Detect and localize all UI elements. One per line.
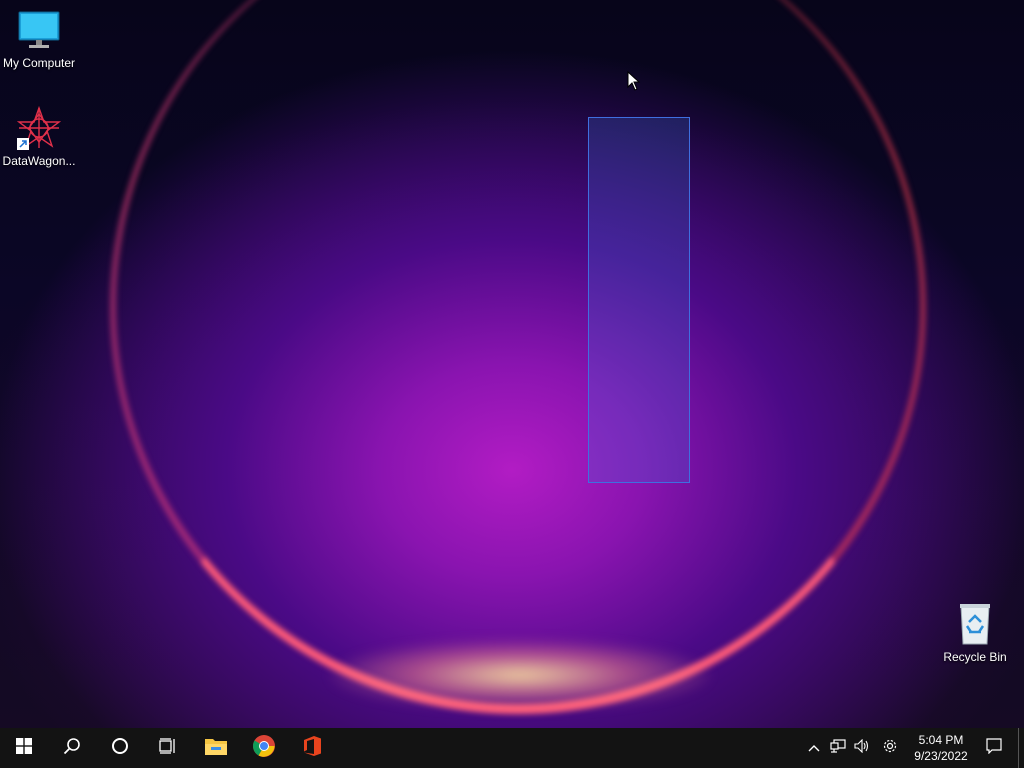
taskbar-clock[interactable]: 5:04 PM 9/23/2022 bbox=[906, 732, 976, 764]
selection-rectangle bbox=[588, 117, 690, 483]
search-icon bbox=[63, 737, 81, 760]
tray-overflow-button[interactable] bbox=[802, 728, 826, 768]
wallpaper-glow bbox=[110, 0, 926, 714]
desktop-icon-recycle-bin[interactable]: Recycle Bin bbox=[937, 602, 1013, 664]
taskbar-chrome[interactable] bbox=[240, 728, 288, 768]
taskbar-file-explorer[interactable] bbox=[192, 728, 240, 768]
tray-volume-button[interactable] bbox=[850, 728, 874, 768]
desktop-icon-my-computer[interactable]: My Computer bbox=[1, 8, 77, 70]
system-tray: 5:04 PM 9/23/2022 bbox=[802, 728, 1024, 768]
cortana-circle-icon bbox=[111, 737, 129, 760]
tray-network-button[interactable] bbox=[826, 728, 850, 768]
gear-icon bbox=[882, 738, 898, 759]
tray-settings-button[interactable] bbox=[874, 728, 906, 768]
task-view-icon bbox=[159, 737, 177, 759]
action-center-icon bbox=[986, 737, 1002, 759]
show-desktop-button[interactable] bbox=[1018, 728, 1024, 768]
desktop-icon-label: Recycle Bin bbox=[943, 650, 1007, 664]
desktop-icon-label: DataWagon... bbox=[2, 154, 76, 168]
cortana-button[interactable] bbox=[96, 728, 144, 768]
clock-time: 5:04 PM bbox=[918, 733, 964, 747]
search-button[interactable] bbox=[48, 728, 96, 768]
chevron-up-icon bbox=[808, 739, 820, 757]
desktop-icon-label: My Computer bbox=[2, 56, 76, 70]
task-view-button[interactable] bbox=[144, 728, 192, 768]
taskbar: 5:04 PM 9/23/2022 bbox=[0, 728, 1024, 768]
monitor-icon bbox=[17, 8, 61, 52]
windows-start-icon bbox=[16, 737, 32, 759]
datawagon-shortcut-icon bbox=[16, 105, 62, 150]
file-explorer-icon bbox=[204, 736, 228, 761]
action-center-button[interactable] bbox=[976, 728, 1012, 768]
chrome-icon bbox=[252, 734, 276, 763]
desktop[interactable]: My Computer DataWagon... Recycle Bin bbox=[0, 0, 1024, 728]
mouse-cursor-icon bbox=[627, 70, 641, 96]
recycle-bin-icon bbox=[953, 602, 997, 646]
clock-date: 9/23/2022 bbox=[914, 749, 968, 763]
wallpaper-light bbox=[330, 640, 710, 710]
office-icon bbox=[302, 735, 322, 762]
volume-icon bbox=[854, 738, 870, 758]
desktop-icon-datawagon[interactable]: DataWagon... bbox=[1, 105, 77, 168]
taskbar-office[interactable] bbox=[288, 728, 336, 768]
network-icon bbox=[830, 738, 846, 758]
start-button[interactable] bbox=[0, 728, 48, 768]
